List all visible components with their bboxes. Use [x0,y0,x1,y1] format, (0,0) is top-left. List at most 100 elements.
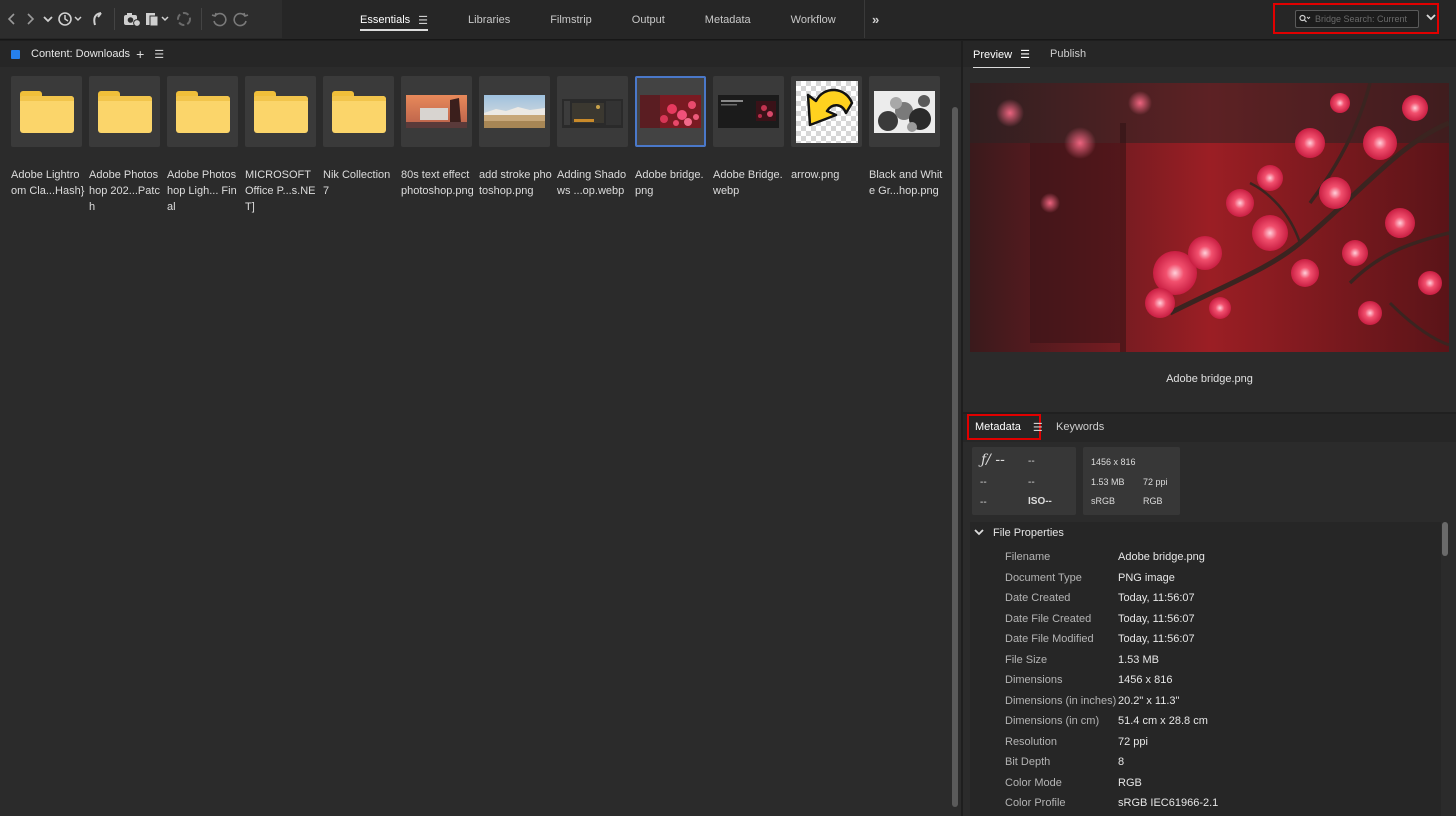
thumbnail-frame[interactable] [557,76,628,147]
thumbnail-frame[interactable] [323,76,394,147]
search-icon [1299,14,1311,23]
metadata-key: File Size [1005,654,1048,666]
thumbnail-frame[interactable] [89,76,160,147]
metadata-key: Date Created [1005,592,1071,604]
metadata-value: Today, 11:56:07 [1118,633,1195,645]
thumbnail-frame[interactable] [713,76,784,147]
toolbar-divider [864,0,865,38]
thumbnail-item[interactable]: 80s text effect photoshop.png [401,76,479,215]
thumbnail-frame[interactable] [167,76,238,147]
thumbnail-item[interactable]: add stroke photoshop.png [479,76,557,215]
color-profile-value: sRGB [1091,496,1116,506]
workspace-tab-workflow[interactable]: Workflow [771,0,856,40]
thumbnail-frame[interactable] [869,76,940,147]
thumbnail-label: add stroke photoshop.png [479,169,552,197]
search-input[interactable] [1315,13,1407,24]
workspace-tab-output[interactable]: Output [612,0,685,40]
content-scrollbar[interactable] [951,67,959,816]
thumbnail-item-selected[interactable]: Adobe bridge.png [635,76,713,215]
arrow-image-thumbnail [795,80,858,143]
chevron-down-icon[interactable] [974,528,984,539]
rotate-off-icon[interactable] [173,7,195,31]
metadata-row: File Size 1.53 MB [970,654,1440,674]
scrollbar-thumb[interactable] [1442,522,1448,556]
metadata-scrollbar[interactable] [1441,522,1449,816]
thumbnail-label: MICROSOFT Office P...s.NET] [245,169,316,213]
add-icon[interactable]: + [136,46,144,62]
thumbnail-item[interactable]: Adobe Bridge.webp [713,76,791,215]
back-icon[interactable] [4,7,20,31]
workspace-tab-metadata[interactable]: Metadata [685,0,771,40]
metadata-value: Today, 11:56:07 [1118,592,1195,604]
thumbnail-item[interactable]: Nik Collection 7 [323,76,401,215]
content-panel-header: Content: Downloads + ☰ [0,41,961,67]
thumbnail-item[interactable]: Adding Shadows ...op.webp [557,76,635,215]
search-highlight [1273,3,1439,34]
tab-metadata[interactable]: Metadata ☰ [967,414,1043,440]
forward-icon[interactable] [20,7,40,31]
search-dropdown-icon[interactable] [1426,13,1436,24]
search-field[interactable] [1295,9,1419,28]
refine-icon[interactable] [143,7,173,31]
toolbar-divider [201,8,202,30]
thumbnail-item[interactable]: MICROSOFT Office P...s.NET] [245,76,323,215]
thumbnail-item[interactable]: Adobe Photoshop 202...Patch [89,76,167,215]
thumbnail-frame[interactable] [791,76,862,147]
metadata-row: Dimensions (in inches) 20.2" x 11.3" [970,695,1440,715]
thumbnail-grid: Adobe Lightroom Cla...Hash} Adobe Photos… [11,76,947,215]
menu-icon[interactable]: ☰ [154,48,164,61]
thumbnail-item[interactable]: Black and White Gr...hop.png [869,76,947,215]
tab-preview[interactable]: Preview ☰ [973,44,1030,68]
metadata-value: RGB [1118,777,1142,789]
scrollbar-thumb[interactable] [952,107,958,807]
camera-get-photos-icon[interactable] [121,7,143,31]
image-thumbnail [484,95,545,128]
menu-icon[interactable]: ☰ [1020,49,1030,61]
metadata-row: Document Type PNG image [970,572,1440,592]
workspace-tab-label: Libraries [468,14,511,26]
thumbnail-label: Adobe bridge.png [635,169,704,197]
boomerang-icon[interactable] [86,7,108,31]
image-thumbnail [718,95,779,128]
thumbnail-frame[interactable] [635,76,706,147]
menu-icon[interactable]: ☰ [1033,421,1043,434]
metadata-value: 8 [1118,756,1125,768]
workspace-tab-essentials[interactable]: Essentials ☰ [340,0,448,40]
rotate-right-icon[interactable] [230,7,252,31]
workspace-tab-filmstrip[interactable]: Filmstrip [530,0,612,40]
tab-publish[interactable]: Publish [1050,44,1086,64]
metadata-key: Date File Modified [1005,633,1094,645]
thumbnail-frame[interactable] [11,76,82,147]
metadata-value: Today, 11:56:07 [1118,613,1195,625]
shutter-value: -- [1028,456,1035,467]
menu-icon[interactable]: ☰ [418,14,428,27]
file-properties-header[interactable]: File Properties [970,522,1443,544]
workspace-tab-label: Filmstrip [550,14,592,26]
metadata-row: Resolution 72 ppi [970,736,1440,756]
rotate-left-icon[interactable] [208,7,230,31]
resolution-value: 72 ppi [1143,477,1168,487]
thumbnail-frame[interactable] [401,76,472,147]
metadata-value: 1456 x 816 [1118,674,1173,686]
thumbnail-frame[interactable] [479,76,550,147]
tab-keywords[interactable]: Keywords [1056,421,1104,433]
metadata-panel-tabs: Metadata ☰ Keywords [963,414,1456,442]
double-chevron-right-icon[interactable]: » [872,12,879,27]
workspace-tabs: Essentials ☰ Libraries Filmstrip Output … [340,0,856,40]
preview-image[interactable] [970,83,1449,352]
file-properties-section: File Properties Filename Adobe bridge.png… [970,522,1443,816]
thumbnail-item[interactable]: arrow.png [791,76,869,215]
thumbnail-label: Adobe Photoshop 202...Patch [89,169,160,213]
metadata-value: PNG image [1118,572,1175,584]
chevron-down-icon[interactable] [40,7,56,31]
metadata-key: Color Profile [1005,797,1066,809]
thumbnail-frame[interactable] [245,76,316,147]
metadata-row: Color Profile sRGB IEC61966-2.1 [970,797,1440,816]
thumbnail-item[interactable]: Adobe Photoshop Ligh... Final [167,76,245,215]
recent-history-icon[interactable] [56,7,86,31]
image-thumbnail [562,95,623,128]
thumbnail-item[interactable]: Adobe Lightroom Cla...Hash} [11,76,89,215]
metadata-value: 20.2" x 11.3" [1118,695,1180,707]
workspace-tab-libraries[interactable]: Libraries [448,0,530,40]
content-panel-title: Content: Downloads [31,48,131,60]
